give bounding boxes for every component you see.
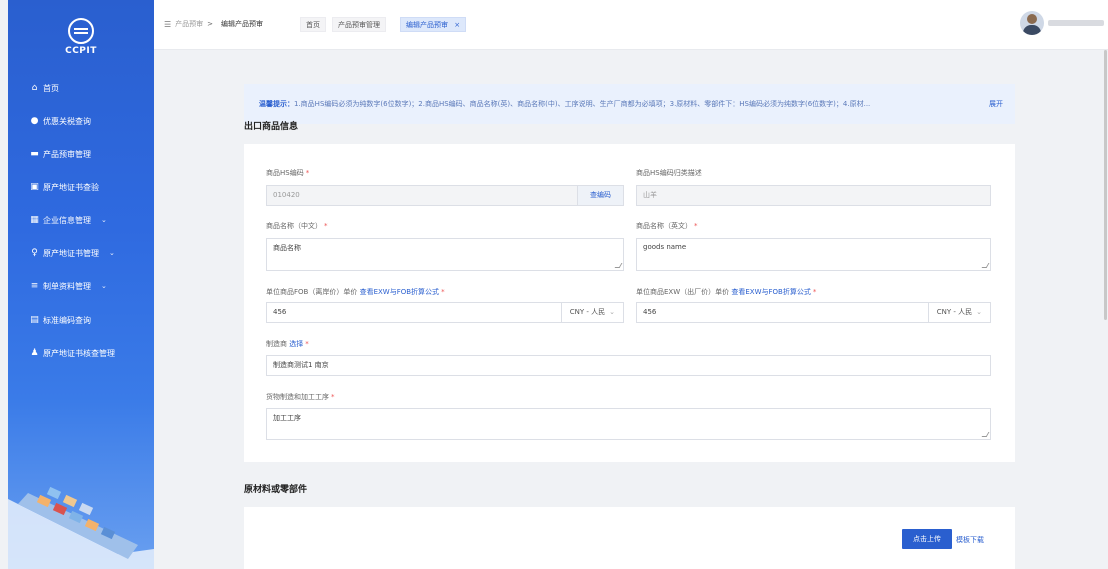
scrollbar[interactable] xyxy=(1104,50,1107,320)
sidebar-item-label: 原产地证书核查管理 xyxy=(43,348,115,358)
template-download-link[interactable]: 模板下载 xyxy=(956,535,984,545)
upload-button[interactable]: 点击上传 xyxy=(902,529,952,549)
fob-price-field[interactable]: 456 CNY - 人民 ⌄ xyxy=(266,302,624,323)
tab-product-review[interactable]: 产品预审管理 xyxy=(332,17,386,32)
building-icon: ▦ xyxy=(30,214,39,225)
logo: CCPIT xyxy=(8,18,154,56)
name-cn-textarea[interactable]: 商品名称 xyxy=(266,238,624,271)
tab-edit-product-review[interactable]: 编辑产品预审 × xyxy=(400,17,467,32)
logo-text: CCPIT xyxy=(65,46,97,56)
breadcrumb-parent[interactable]: 产品预审 xyxy=(175,19,203,29)
sidebar-item-home[interactable]: ⌂ 首页 xyxy=(8,75,154,101)
exw-formula-link[interactable]: 查看EXW与FOB折算公式 xyxy=(731,288,810,296)
process-textarea[interactable]: 加工工序 xyxy=(266,408,991,440)
sidebar: CCPIT ⌂ 首页 ● 优惠关税查询 ▬ 产品预审管理 ▣ 原产地证书查验 ▦… xyxy=(8,0,154,569)
fob-formula-link[interactable]: 查看EXW与FOB折算公式 xyxy=(360,288,439,296)
person-icon: ♟ xyxy=(30,347,39,358)
breadcrumb-separator: > xyxy=(207,20,214,28)
chevron-down-icon: ⌄ xyxy=(109,249,115,257)
name-en-label: 商品名称（英文） * xyxy=(636,222,698,230)
sidebar-item-label: 原产地证书查验 xyxy=(43,182,99,192)
tip-lead: 温馨提示： xyxy=(259,100,294,108)
name-cn-label: 商品名称（中文） * xyxy=(266,222,328,230)
tab-label: 产品预审管理 xyxy=(338,21,380,29)
username-placeholder[interactable] xyxy=(1048,20,1104,26)
name-en-textarea[interactable]: goods name xyxy=(636,238,991,271)
document-check-icon: ▣ xyxy=(30,181,39,192)
tab-label: 首页 xyxy=(306,21,320,29)
fob-currency-select[interactable]: CNY - 人民 ⌄ xyxy=(560,303,623,322)
maker-label: 制造商 选择 * xyxy=(266,340,309,348)
hs-code-value: 010420 xyxy=(273,191,300,199)
sidebar-item-product-review[interactable]: ▬ 产品预审管理 xyxy=(8,141,154,167)
tab-label: 编辑产品预审 xyxy=(406,21,448,29)
exw-price-field[interactable]: 456 CNY - 人民 ⌄ xyxy=(636,302,991,323)
menu-toggle-icon[interactable]: ☰ xyxy=(164,20,171,29)
materials-card xyxy=(244,507,1015,569)
sidebar-item-label: 首页 xyxy=(43,83,59,93)
fob-label: 单位商品FOB（离岸价）单价 查看EXW与FOB折算公式 * xyxy=(266,288,445,296)
cargo-ship-illustration xyxy=(8,486,154,569)
process-label: 货物制造和加工工序 * xyxy=(266,393,335,401)
search-icon: ● xyxy=(30,115,39,126)
sidebar-item-cert-manage[interactable]: ♀ 原产地证书管理 ⌄ xyxy=(8,240,154,266)
tab-home[interactable]: 首页 xyxy=(300,17,326,32)
exw-currency-select[interactable]: CNY - 人民 ⌄ xyxy=(927,303,990,322)
sidebar-item-label: 产品预审管理 xyxy=(43,149,91,159)
exw-label: 单位商品EXW（出厂价）单价 查看EXW与FOB折算公式 * xyxy=(636,288,817,296)
hs-desc-label: 商品HS编码归类描述 xyxy=(636,169,702,177)
sidebar-item-label: 制单资料管理 xyxy=(43,281,91,291)
close-icon[interactable]: × xyxy=(454,21,460,29)
section-title-materials: 原材料或零部件 xyxy=(244,485,308,495)
exw-price-value: 456 xyxy=(643,308,657,316)
sidebar-item-cert-inspect[interactable]: ♟ 原产地证书核查管理 xyxy=(8,340,154,366)
expand-link[interactable]: 展开 xyxy=(985,84,1003,124)
sidebar-item-cert-verify[interactable]: ▣ 原产地证书查验 xyxy=(8,174,154,200)
chevron-down-icon: ⌄ xyxy=(101,282,107,290)
home-icon: ⌂ xyxy=(31,82,38,93)
chevron-down-icon: ⌄ xyxy=(976,308,982,316)
export-goods-card: 商品HS编码 * 010420 查编码 商品HS编码归类描述 山羊 商品名称（中文… xyxy=(244,144,1015,462)
hs-code-field[interactable]: 010420 查编码 xyxy=(266,185,624,206)
hs-code-label: 商品HS编码 * xyxy=(266,169,310,177)
lookup-code-button[interactable]: 查编码 xyxy=(577,186,623,205)
sidebar-item-label: 企业信息管理 xyxy=(43,215,91,225)
avatar[interactable] xyxy=(1020,11,1044,35)
code-icon: ▤ xyxy=(30,314,39,325)
folder-icon: ▬ xyxy=(30,148,39,159)
breadcrumb-current: 编辑产品预审 xyxy=(221,20,264,28)
maker-field[interactable]: 制造商测试1 南京 xyxy=(266,355,991,376)
tip-notice: 温馨提示：1.商品HS编码必须为纯数字(6位数字)；2.商品HS编码、商品名称(… xyxy=(244,84,1015,124)
hs-desc-field: 山羊 xyxy=(636,185,991,206)
stack-icon: ≡ xyxy=(30,280,39,291)
breadcrumb: ☰ 产品预审 > 编辑产品预审 xyxy=(164,19,263,29)
sidebar-item-label: 优惠关税查询 xyxy=(43,116,91,126)
maker-select-link[interactable]: 选择 xyxy=(289,340,303,348)
sidebar-item-label: 原产地证书管理 xyxy=(43,248,99,258)
top-bar: ☰ 产品预审 > 编辑产品预审 首页 产品预审管理 编辑产品预审 × ↻ xyxy=(154,0,1108,50)
sidebar-item-tariff-query[interactable]: ● 优惠关税查询 xyxy=(8,108,154,134)
sidebar-item-enterprise[interactable]: ▦ 企业信息管理 ⌄ xyxy=(8,207,154,233)
fob-price-value: 456 xyxy=(273,308,287,316)
sidebar-item-label: 标准编码查询 xyxy=(43,315,91,325)
sidebar-item-docs[interactable]: ≡ 制单资料管理 ⌄ xyxy=(8,273,154,299)
sidebar-item-code-query[interactable]: ▤ 标准编码查询 xyxy=(8,307,154,333)
ccpit-emblem-icon xyxy=(68,18,94,44)
section-title-export: 出口商品信息 xyxy=(244,122,299,132)
user-cert-icon: ♀ xyxy=(31,247,38,258)
chevron-down-icon: ⌄ xyxy=(609,308,615,316)
tip-text: 1.商品HS编码必须为纯数字(6位数字)；2.商品HS编码、商品名称(英)、商品… xyxy=(294,100,871,108)
chevron-down-icon: ⌄ xyxy=(101,216,107,224)
